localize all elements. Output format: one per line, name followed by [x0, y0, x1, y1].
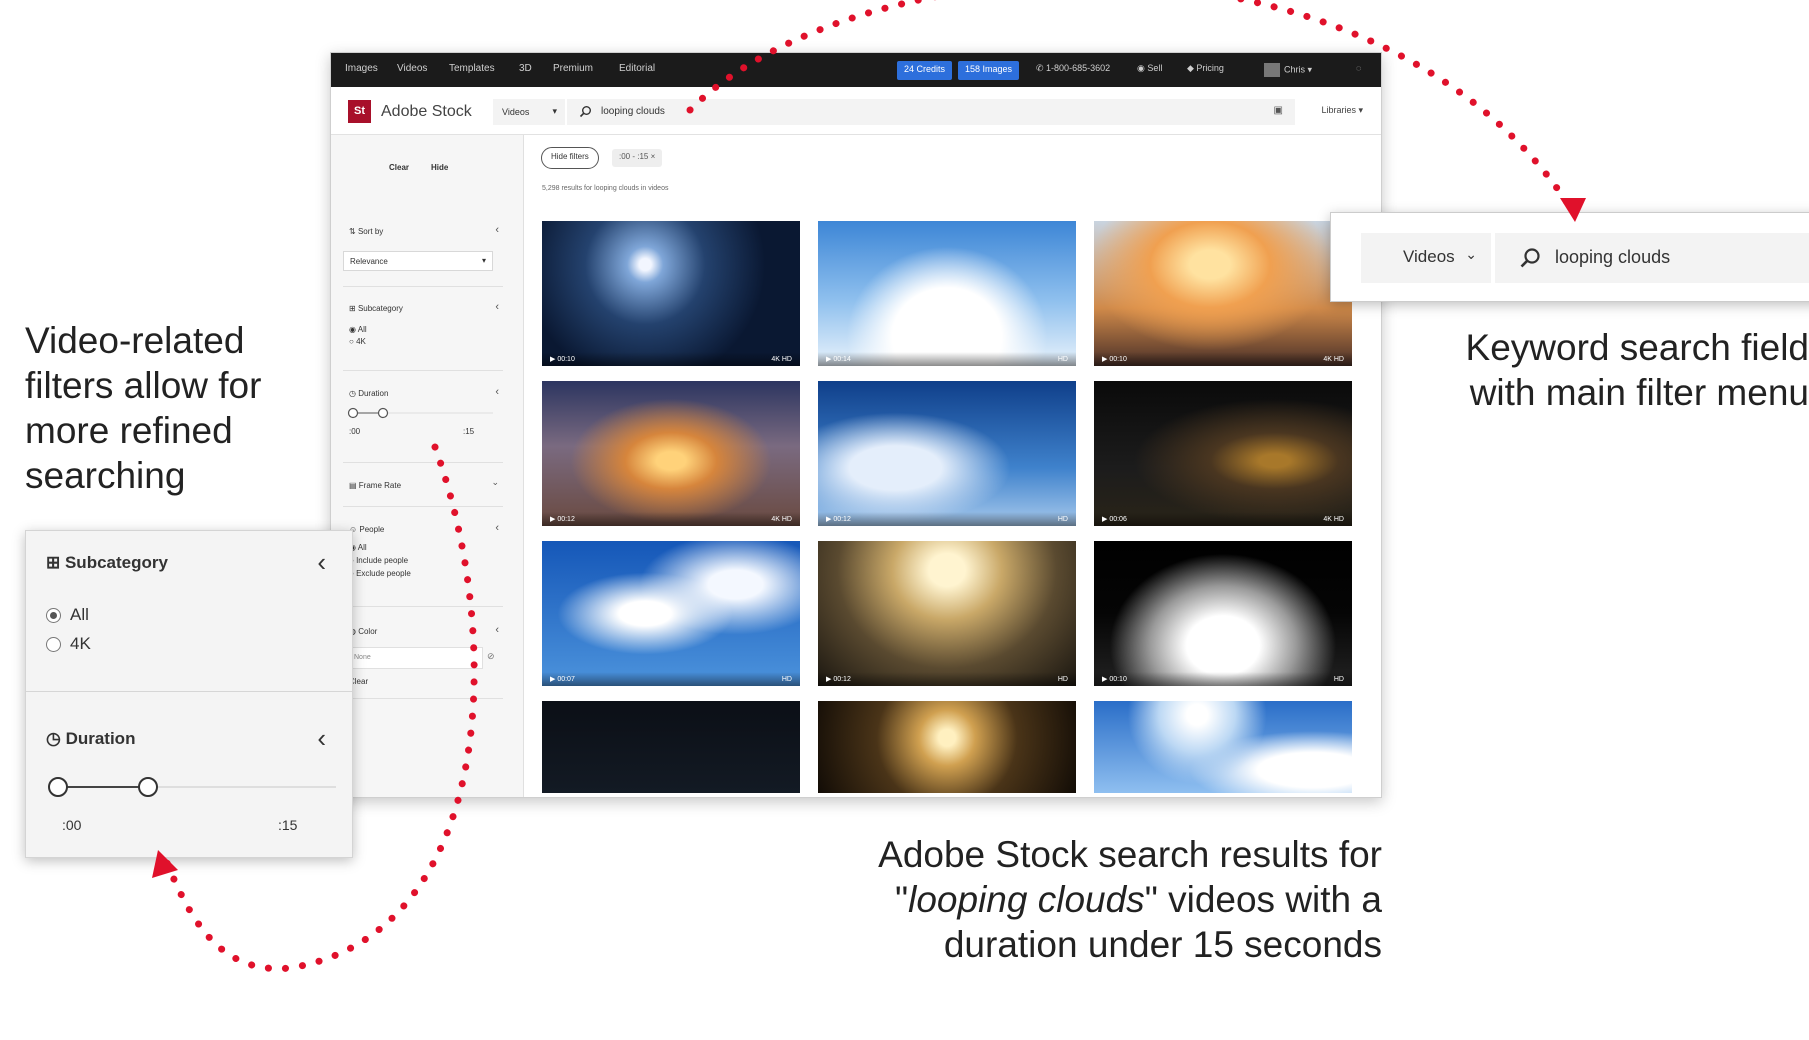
arrowhead-search [1560, 198, 1586, 222]
callout-arrows [152, 0, 1586, 973]
arrow-to-filter [161, 443, 478, 973]
arrow-to-search [686, 0, 1576, 214]
arrowhead-filter [152, 850, 178, 878]
